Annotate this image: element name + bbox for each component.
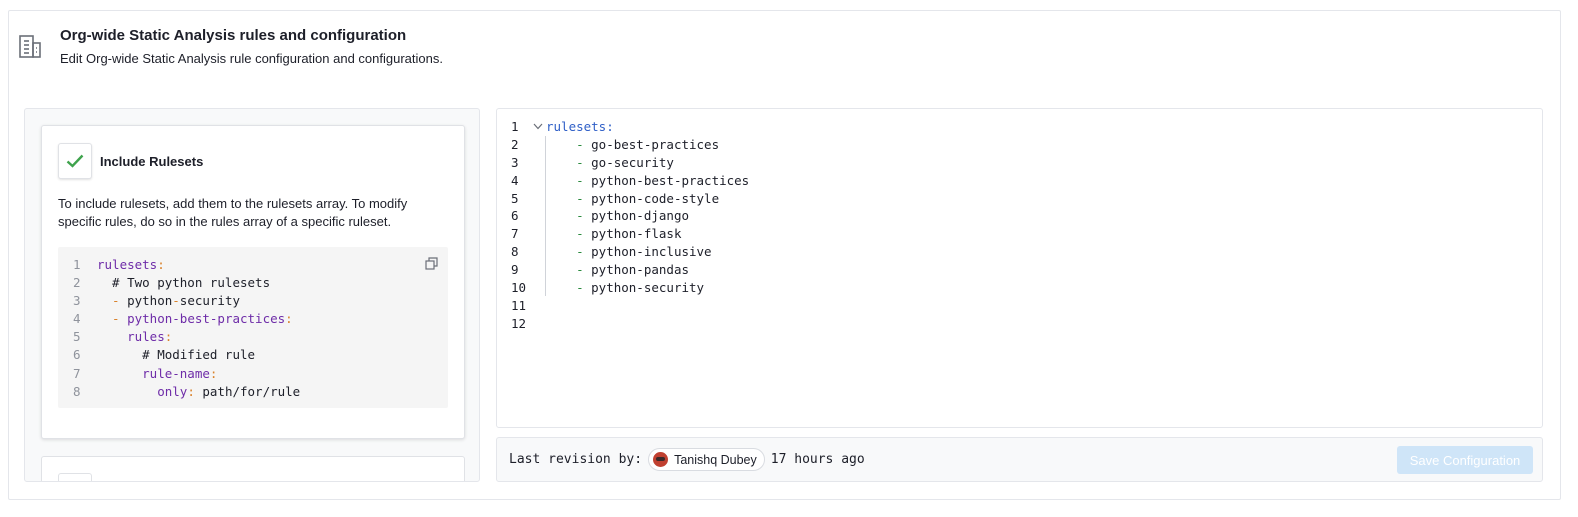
editor-line[interactable]: 2 - go-best-practices <box>497 136 749 154</box>
copy-icon[interactable] <box>425 257 438 270</box>
check-icon <box>66 154 84 168</box>
editor-line[interactable]: 6 - python-django <box>497 207 749 225</box>
avatar <box>653 452 669 467</box>
editor-line[interactable]: 11 <box>497 297 749 315</box>
page-title: Org-wide Static Analysis rules and confi… <box>60 27 407 44</box>
user-chip[interactable]: Tanishq Dubey <box>648 448 765 471</box>
editor-line[interactable]: 3 - go-security <box>497 154 749 172</box>
editor-line[interactable]: 12 <box>497 315 749 333</box>
revision-time: 17 hours ago <box>770 452 865 467</box>
editor-line[interactable]: 8 - python-inclusive <box>497 243 749 261</box>
revision-label: Last revision by: <box>509 452 643 467</box>
exclude-rulesets-card <box>41 456 465 481</box>
snippet-line: 7 rule-name: <box>73 365 218 381</box>
save-configuration-button[interactable]: Save Configuration <box>1397 446 1533 474</box>
include-rulesets-card: Include Rulesets To include rulesets, ad… <box>41 125 465 439</box>
page-header: Org-wide Static Analysis rules and confi… <box>18 27 443 67</box>
snippet-line: 3 - python-security <box>73 293 241 309</box>
editor-line[interactable]: 7 - python-flask <box>497 225 749 243</box>
revision-footer: Last revision by: Tanishq Dubey 17 hours… <box>496 437 1543 482</box>
include-rulesets-title: Include Rulesets <box>100 153 204 169</box>
snippet-line: 6 # Modified rule <box>73 347 256 363</box>
snippet-line: 8 only: path/for/rule <box>73 383 301 399</box>
page-subtitle: Edit Org-wide Static Analysis rule confi… <box>60 51 443 66</box>
snippet-line: 2 # Two python rulesets <box>73 275 271 291</box>
snippet-line: 5 rules: <box>73 329 173 345</box>
editor-line[interactable]: 10 - python-security <box>497 279 749 297</box>
fold-chevron-icon[interactable] <box>533 123 543 130</box>
ruleset-guide-panel[interactable]: Include Rulesets To include rulesets, ad… <box>24 108 480 482</box>
editor-line[interactable]: 4 - python-best-practices <box>497 172 749 190</box>
check-badge <box>58 143 92 179</box>
error-badge <box>58 473 92 481</box>
snippet-line: 4 - python-best-practices: <box>73 311 293 327</box>
include-rulesets-description: To include rulesets, add them to the rul… <box>58 196 408 229</box>
editor-line[interactable]: 5 - python-code-style <box>497 190 749 208</box>
building-icon <box>19 35 41 58</box>
yaml-code-editor[interactable]: 1 rulesets: 2 - go-best-practices 3 - go-… <box>496 108 1543 428</box>
editor-line[interactable]: 1 rulesets: <box>497 118 749 136</box>
example-code-snippet: 1 rulesets: 2 # Two python rulesets 3 - p… <box>58 247 448 408</box>
editor-line[interactable]: 9 - python-pandas <box>497 261 749 279</box>
snippet-line: 1 rulesets: <box>73 257 165 272</box>
user-name: Tanishq Dubey <box>674 452 757 467</box>
